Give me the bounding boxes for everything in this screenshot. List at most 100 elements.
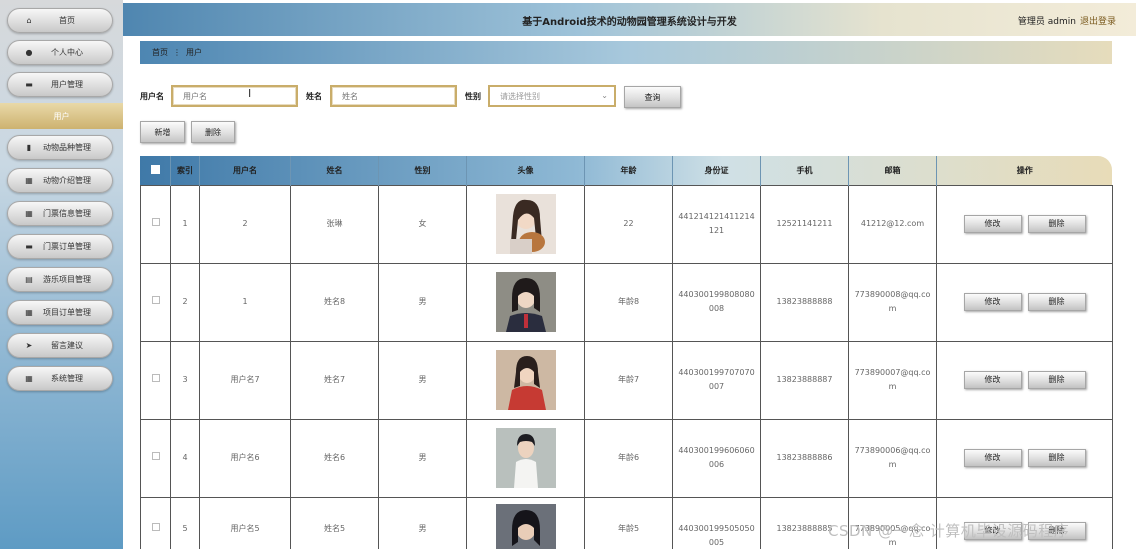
sidebar-subitem-users[interactable]: 用户 xyxy=(0,103,123,129)
user-info: 管理员 admin 退出登录 xyxy=(1018,14,1116,27)
username-label: 用户名 xyxy=(140,92,164,101)
sidebar-item-label: 个人中心 xyxy=(51,48,83,57)
name-input[interactable] xyxy=(330,85,457,107)
sidebar-item-profile[interactable]: ● 个人中心 xyxy=(7,40,113,65)
text-cursor-icon: I xyxy=(248,87,252,100)
row-checkbox[interactable] xyxy=(151,374,160,382)
cell-index: 3 xyxy=(170,340,200,420)
column-header: 索引 xyxy=(170,156,200,185)
cell-name: 姓名5 xyxy=(290,496,379,549)
cell-phone: 13823888887 xyxy=(760,340,849,420)
cell-gender: 男 xyxy=(378,496,467,549)
cell-gender: 女 xyxy=(378,184,467,264)
cell-username: 1 xyxy=(199,262,291,342)
cell-email: 773890006@qq.com xyxy=(848,418,937,498)
user-table: 索引 用户名 姓名 性别 头像 年龄 身份证 手机 邮箱 操作 1 2 张琳 女… xyxy=(140,156,1113,549)
cell-actions: 修改 删除 xyxy=(936,418,1113,498)
current-user: 管理员 admin xyxy=(1017,17,1076,27)
delete-button[interactable]: 删除 xyxy=(1027,293,1086,311)
watermark: CSDN @一念 计算机毕设源码程序 xyxy=(828,522,1070,540)
row-checkbox[interactable] xyxy=(151,218,160,226)
cell-username: 用户名5 xyxy=(199,496,291,549)
logout-link[interactable]: 退出登录 xyxy=(1080,17,1116,27)
row-checkbox[interactable] xyxy=(151,522,160,531)
sidebar-item-ticket-info[interactable]: ▦ 门票信息管理 xyxy=(7,201,113,226)
send-icon: ➤ xyxy=(25,341,33,350)
edit-button[interactable]: 修改 xyxy=(963,293,1022,311)
sidebar-item-animal-intro[interactable]: ▦ 动物介绍管理 xyxy=(7,168,113,193)
sidebar-item-home[interactable]: ⌂ 首页 xyxy=(7,8,113,33)
grid-icon: ▦ xyxy=(25,374,33,383)
delete-button[interactable]: 删除 xyxy=(1027,449,1086,467)
avatar xyxy=(495,272,556,332)
sidebar-item-label: 首页 xyxy=(59,16,75,25)
sidebar-item-label: 动物品种管理 xyxy=(43,143,91,152)
username-input[interactable] xyxy=(171,85,298,107)
column-header: 年龄 xyxy=(584,156,673,185)
cell-index: 1 xyxy=(170,184,200,264)
delete-button[interactable]: 删除 xyxy=(1027,215,1086,233)
breadcrumb-separator: ⋮ xyxy=(173,48,181,57)
query-button[interactable]: 查询 xyxy=(624,86,681,108)
cell-age: 年龄5 xyxy=(584,496,673,549)
sidebar-item-rides[interactable]: ▤ 游乐项目管理 xyxy=(7,267,113,292)
table-header-row: 索引 用户名 姓名 性别 头像 年龄 身份证 手机 邮箱 操作 xyxy=(140,156,1113,185)
cell-id-card: 440300199707070007 xyxy=(672,340,761,420)
select-all-checkbox[interactable] xyxy=(150,164,160,174)
top-header: 基于Android技术的动物园管理系统设计与开发 管理员 admin 退出登录 xyxy=(123,3,1136,36)
avatar xyxy=(495,428,556,488)
edit-button[interactable]: 修改 xyxy=(963,449,1022,467)
cell-actions: 修改 删除 xyxy=(936,262,1113,342)
avatar xyxy=(495,194,556,254)
column-header: 姓名 xyxy=(290,156,379,185)
grid-icon: ▦ xyxy=(25,176,33,185)
batch-delete-button[interactable]: 删除 xyxy=(191,121,235,143)
edit-button[interactable]: 修改 xyxy=(963,371,1022,389)
column-header: 操作 xyxy=(1016,165,1033,175)
cell-id-card: 440300199808080008 xyxy=(672,262,761,342)
sidebar-item-label: 门票信息管理 xyxy=(43,209,91,218)
cell-age: 22 xyxy=(584,184,673,264)
sidebar-item-label: 留言建议 xyxy=(51,341,83,350)
home-icon: ⌂ xyxy=(26,16,32,25)
breadcrumb-current: 用户 xyxy=(186,48,202,57)
cell-id-card: 440300199606060006 xyxy=(672,418,761,498)
column-header: 头像 xyxy=(466,156,585,185)
cell-name: 姓名8 xyxy=(290,262,379,342)
column-header: 用户名 xyxy=(199,156,291,185)
gender-select[interactable]: 请选择性别 ⌄ xyxy=(488,85,616,107)
sidebar-item-ticket-orders[interactable]: ▬ 门票订单管理 xyxy=(7,234,113,259)
sidebar-item-system[interactable]: ▦ 系统管理 xyxy=(7,366,113,391)
sidebar-item-user-management[interactable]: ▬ 用户管理 xyxy=(7,72,113,97)
cell-name: 姓名6 xyxy=(290,418,379,498)
users-icon: ▬ xyxy=(25,80,33,89)
sidebar-item-feedback[interactable]: ➤ 留言建议 xyxy=(7,333,113,358)
cell-email: 773890008@qq.com xyxy=(848,262,937,342)
select-all-header[interactable] xyxy=(140,156,171,185)
avatar xyxy=(495,503,556,549)
cell-index: 2 xyxy=(170,262,200,342)
sidebar-item-ride-orders[interactable]: ▦ 项目订单管理 xyxy=(7,300,113,325)
table-row: 4 用户名6 姓名6 男 年龄6 440300199606060006 1382… xyxy=(140,418,1113,498)
cell-index: 4 xyxy=(170,418,200,498)
cell-phone: 13823888888 xyxy=(760,262,849,342)
add-button[interactable]: 新增 xyxy=(140,121,185,143)
breadcrumb: 首页 ⋮ 用户 xyxy=(140,41,1112,64)
row-checkbox[interactable] xyxy=(151,452,160,460)
sidebar-item-animal-breed[interactable]: ▮ 动物品种管理 xyxy=(7,135,113,160)
delete-button[interactable]: 删除 xyxy=(1027,371,1086,389)
cell-email: 41212@12.com xyxy=(848,184,937,264)
cell-actions: 修改 删除 xyxy=(936,184,1113,264)
name-label: 姓名 xyxy=(306,92,322,101)
doc-icon: ▤ xyxy=(25,275,33,284)
row-checkbox[interactable] xyxy=(151,296,160,304)
sidebar-item-label: 项目订单管理 xyxy=(43,308,91,317)
app-title: 基于Android技术的动物园管理系统设计与开发 xyxy=(522,17,737,28)
cell-id-card: 441214121411214121 xyxy=(672,184,761,264)
breadcrumb-home[interactable]: 首页 xyxy=(152,47,168,58)
cell-username: 2 xyxy=(199,184,291,264)
cell-gender: 男 xyxy=(378,340,467,420)
column-header: 手机 xyxy=(760,156,849,185)
edit-button[interactable]: 修改 xyxy=(963,215,1022,233)
cell-gender: 男 xyxy=(378,418,467,498)
